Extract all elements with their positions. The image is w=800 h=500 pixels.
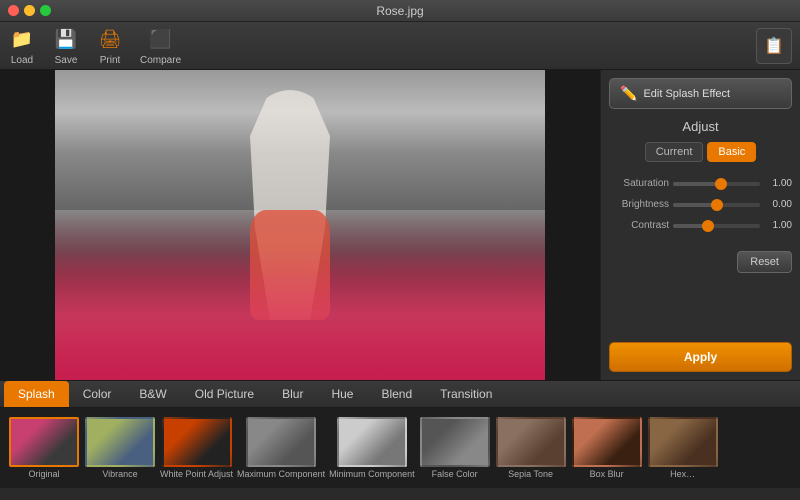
contrast-track[interactable] [673,224,760,228]
film-item-hex[interactable]: Hex… [647,417,719,479]
tab-transition[interactable]: Transition [426,381,506,407]
film-item-white-point[interactable]: White Point Adjust [160,417,233,479]
film-label-original: Original [28,469,59,479]
saturation-track[interactable] [673,182,760,186]
film-thumb-min-comp [337,417,407,467]
compare-icon: ⬛ [147,26,175,54]
film-label-false-color: False Color [432,469,478,479]
film-item-max-comp[interactable]: Maximum Component [237,417,325,479]
window-title: Rose.jpg [376,4,423,18]
compare-button[interactable]: ⬛ Compare [140,26,181,66]
tab-old-picture[interactable]: Old Picture [181,381,268,407]
load-button[interactable]: 📁 Load [8,26,36,66]
film-label-hex: Hex… [670,469,695,479]
brightness-value: 0.00 [764,199,792,210]
film-label-white-point: White Point Adjust [160,469,233,479]
saturation-fill [673,182,721,186]
review-button[interactable]: 📋 [756,28,792,64]
print-button[interactable]: 🖨 Print [96,26,124,66]
titlebar: Rose.jpg [0,0,800,22]
film-thumb-hex [648,417,718,467]
adjust-tabs: Current Basic [609,142,792,162]
tab-color[interactable]: Color [69,381,126,407]
contrast-value: 1.00 [764,220,792,231]
film-thumb-vibrance [85,417,155,467]
film-item-sepia-tone[interactable]: Sepia Tone [495,417,567,479]
tab-current[interactable]: Current [645,142,704,162]
compare-label: Compare [140,55,181,66]
film-label-box-blur: Box Blur [590,469,624,479]
front-tulips [55,250,545,380]
save-button[interactable]: 💾 Save [52,26,80,66]
film-label-vibrance: Vibrance [102,469,137,479]
saturation-row: Saturation 1.00 [609,178,792,189]
main-image [55,70,545,380]
edit-splash-button[interactable]: ✏️ Edit Splash Effect [609,78,792,109]
tab-bw[interactable]: B&W [125,381,180,407]
right-panel: ✏️ Edit Splash Effect Adjust Current Bas… [600,70,800,380]
film-item-min-comp[interactable]: Minimum Component [329,417,415,479]
film-thumb-original [9,417,79,467]
toolbar: 📁 Load 💾 Save 🖨 Print ⬛ Compare 📋 [0,22,800,70]
tab-basic[interactable]: Basic [707,142,756,162]
edit-splash-label: Edit Splash Effect [643,88,730,100]
film-item-vibrance[interactable]: Vibrance [84,417,156,479]
contrast-thumb[interactable] [702,220,714,232]
film-item-false-color[interactable]: False Color [419,417,491,479]
tabs-bar: Splash Color B&W Old Picture Blur Hue Bl… [0,380,800,408]
saturation-thumb[interactable] [715,178,727,190]
film-item-box-blur[interactable]: Box Blur [571,417,643,479]
contrast-row: Contrast 1.00 [609,220,792,231]
film-thumb-box-blur [572,417,642,467]
contrast-label: Contrast [609,220,669,231]
film-thumb-white-point [162,417,232,467]
film-thumb-max-comp [246,417,316,467]
saturation-label: Saturation [609,178,669,189]
tab-splash[interactable]: Splash [4,381,69,407]
maximize-button[interactable] [40,5,51,16]
tab-blend[interactable]: Blend [367,381,426,407]
apply-button[interactable]: Apply [609,342,792,372]
film-label-sepia-tone: Sepia Tone [508,469,553,479]
close-button[interactable] [8,5,19,16]
tab-hue[interactable]: Hue [317,381,367,407]
pencil-icon: ✏️ [620,85,637,102]
brightness-thumb[interactable] [711,199,723,211]
film-label-min-comp: Minimum Component [329,469,415,479]
saturation-value: 1.00 [764,178,792,189]
film-thumb-false-color [420,417,490,467]
filmstrip: Original Vibrance White Point Adjust Max… [0,408,800,488]
brightness-row: Brightness 0.00 [609,199,792,210]
film-thumb-sepia [496,417,566,467]
review-icon: 📋 [764,36,784,56]
brightness-label: Brightness [609,199,669,210]
tab-blur[interactable]: Blur [268,381,317,407]
image-area [0,70,600,380]
print-icon: 🖨 [96,26,124,54]
load-label: Load [11,55,33,66]
film-label-max-comp: Maximum Component [237,469,325,479]
load-icon: 📁 [8,26,36,54]
save-icon: 💾 [52,26,80,54]
reset-button[interactable]: Reset [737,251,792,273]
print-label: Print [100,55,121,66]
save-label: Save [55,55,78,66]
traffic-lights [8,5,51,16]
brightness-track[interactable] [673,203,760,207]
film-item-original[interactable]: Original [8,417,80,479]
minimize-button[interactable] [24,5,35,16]
main-area: ✏️ Edit Splash Effect Adjust Current Bas… [0,70,800,380]
adjust-title: Adjust [609,119,792,134]
